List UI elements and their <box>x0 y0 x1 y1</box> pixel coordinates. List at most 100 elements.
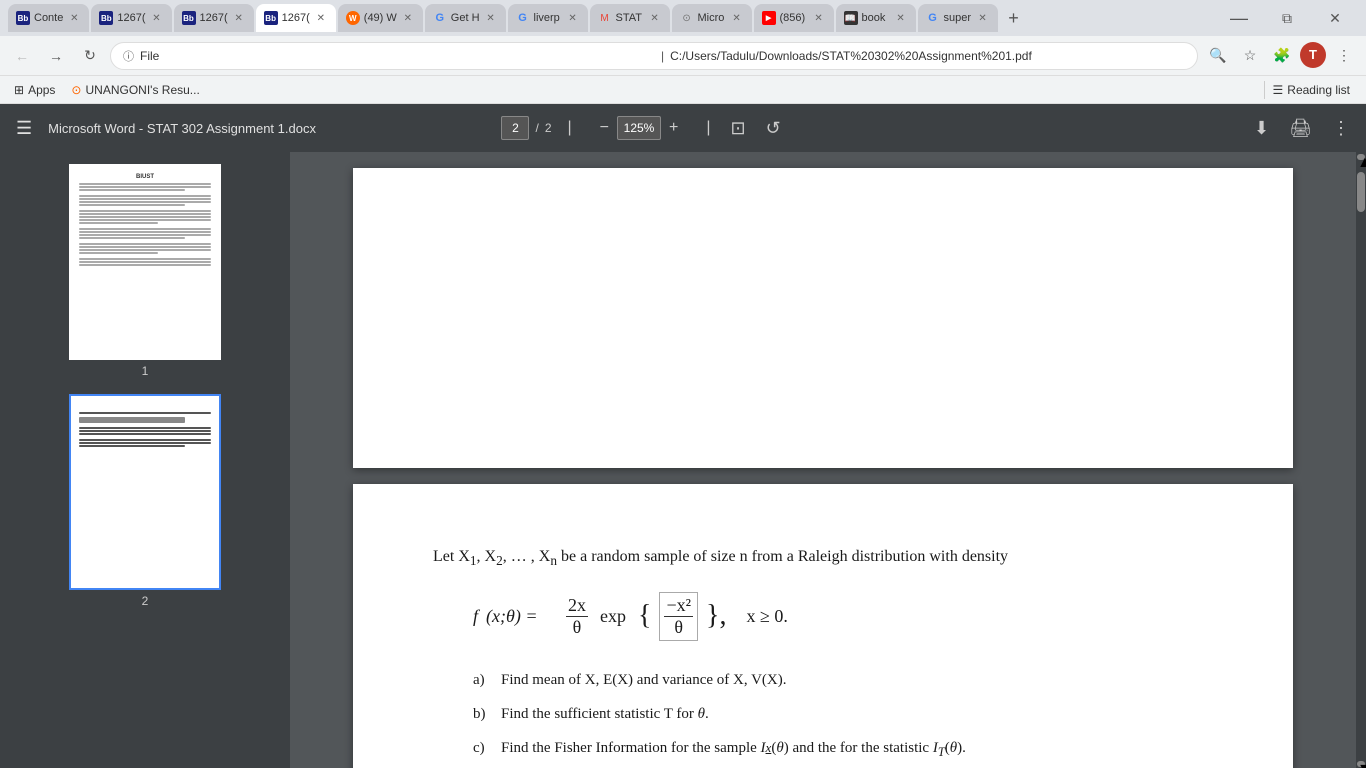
thumb2-line <box>79 445 185 447</box>
thumb2-formula <box>79 417 185 423</box>
main-fraction: 2x θ <box>566 595 588 638</box>
brace-close: }, <box>706 602 726 630</box>
tab-9-label: Micro <box>698 12 726 24</box>
tab-3[interactable]: Bb 1267( ✕ <box>174 4 254 32</box>
restore-button[interactable]: ⧉ <box>1264 4 1310 32</box>
tab-4-close[interactable]: ✕ <box>314 11 328 25</box>
part-a: a) Find mean of X, E(X) and variance of … <box>473 665 1213 695</box>
pdf-zoom-controls: − 125% + <box>596 116 683 140</box>
thumb2-line <box>79 430 211 432</box>
parts-list: a) Find mean of X, E(X) and variance of … <box>473 665 1213 768</box>
address-bar[interactable]: ⓘ File | C:/Users/Tadulu/Downloads/STAT%… <box>110 42 1198 70</box>
search-button[interactable]: 🔍 <box>1204 42 1232 70</box>
pdf-rotate-button[interactable]: ↺ <box>762 114 785 143</box>
pdf-download-button[interactable]: ⬇ <box>1250 114 1273 143</box>
scrollbar-thumb[interactable] <box>1357 172 1365 212</box>
browser-titlebar: Bb Conte ✕ Bb 1267( ✕ Bb 1267( ✕ Bb 1267… <box>0 0 1366 36</box>
thumb1-line <box>79 231 211 233</box>
tab-7-label: liverp <box>534 12 562 24</box>
part-b-text: Find the sufficient statistic T for θ. <box>501 699 709 729</box>
pdf-page-num-2: 2 <box>142 594 149 608</box>
unangoni-bookmark[interactable]: ⊙ UNANGONI's Resu... <box>65 81 205 99</box>
star-button[interactable]: ☆ <box>1236 42 1264 70</box>
tab-4[interactable]: Bb 1267( ✕ <box>256 4 336 32</box>
tab-2-close[interactable]: ✕ <box>150 11 164 25</box>
thumb1-line <box>79 213 211 215</box>
fraction-numerator: 2x <box>566 595 588 617</box>
pdf-page-content: Let X1, X2, … , Xn be a random sample of… <box>353 484 1293 768</box>
tab-3-close[interactable]: ✕ <box>232 11 246 25</box>
pdf-more-button[interactable]: ⋮ <box>1328 114 1354 143</box>
tab-7-favicon: G <box>516 11 530 25</box>
condition-text: x ≥ 0. <box>746 606 787 627</box>
pdf-current-page[interactable]: 2 <box>501 116 529 140</box>
address-url: C:/Users/Tadulu/Downloads/STAT%20302%20A… <box>670 49 1185 63</box>
pdf-print-button[interactable]: 🖨 <box>1285 114 1316 143</box>
tab-1-close[interactable]: ✕ <box>67 11 81 25</box>
tab-2[interactable]: Bb 1267( ✕ <box>91 4 171 32</box>
thumb1-line <box>79 201 211 203</box>
thumb1-line <box>79 243 211 245</box>
pdf-page-area[interactable]: Let X1, X2, … , Xn be a random sample of… <box>290 152 1356 768</box>
tab-10-close[interactable]: ✕ <box>812 11 826 25</box>
tab-11[interactable]: 📖 book ✕ <box>836 4 916 32</box>
thumb1-line <box>79 210 211 212</box>
address-separator: | <box>661 49 664 63</box>
tab-7[interactable]: G liverp ✕ <box>508 4 588 32</box>
close-button[interactable]: ✕ <box>1312 4 1358 32</box>
pdf-thumbnail-2[interactable] <box>69 394 221 590</box>
scroll-up-arrow[interactable]: ▲ <box>1357 154 1365 160</box>
tab-10[interactable]: ▶ (856) ✕ <box>754 4 834 32</box>
scroll-down-arrow[interactable]: ▼ <box>1357 761 1365 767</box>
pdf-menu-button[interactable]: ☰ <box>12 114 36 143</box>
reading-list-label: Reading list <box>1287 83 1350 97</box>
extension-button[interactable]: 🧩 <box>1268 42 1296 70</box>
part-b: b) Find the sufficient statistic T for θ… <box>473 699 1213 729</box>
tab-8[interactable]: M STAT ✕ <box>590 4 670 32</box>
tab-5-close[interactable]: ✕ <box>401 11 415 25</box>
pdf-fit-page-button[interactable]: ⊡ <box>727 114 750 143</box>
new-tab-button[interactable]: + <box>1000 4 1028 32</box>
pdf-zoom-in-button[interactable]: + <box>665 117 682 139</box>
pdf-zoom-out-button[interactable]: − <box>596 117 613 139</box>
minimize-button[interactable]: — <box>1216 4 1262 32</box>
apps-label: Apps <box>28 83 55 97</box>
right-scrollbar[interactable]: ▲ ▼ <box>1356 152 1366 768</box>
tab-11-label: book <box>862 12 890 24</box>
tab-9[interactable]: ⊙ Micro ✕ <box>672 4 752 32</box>
thumb1-line <box>79 222 158 224</box>
tab-8-close[interactable]: ✕ <box>648 11 662 25</box>
tab-10-favicon: ▶ <box>762 11 776 25</box>
tab-12-close[interactable]: ✕ <box>976 11 990 25</box>
tab-9-favicon: ⊙ <box>680 11 694 25</box>
tab-1-favicon: Bb <box>16 11 30 25</box>
pdf-page-2: Let X1, X2, … , Xn be a random sample of… <box>353 484 1293 768</box>
tab-6[interactable]: G Get H ✕ <box>425 4 506 32</box>
forward-button[interactable]: → <box>42 42 70 70</box>
tab-5[interactable]: W (49) W ✕ <box>338 4 423 32</box>
exp-text: exp <box>600 606 626 627</box>
thumb2-line <box>79 427 211 429</box>
tab-1[interactable]: Bb Conte ✕ <box>8 4 89 32</box>
reading-list-button[interactable]: ☰ Reading list <box>1252 79 1358 101</box>
pdf-thumbnail-1[interactable]: BIUST <box>69 164 221 360</box>
address-protocol: File <box>140 49 655 63</box>
refresh-button[interactable]: ↻ <box>76 42 104 70</box>
tab-4-label: 1267( <box>282 12 310 24</box>
tab-1-label: Conte <box>34 12 63 24</box>
part-a-label: a) <box>473 665 493 695</box>
tab-11-close[interactable]: ✕ <box>894 11 908 25</box>
pdf-title: Microsoft Word - STAT 302 Assignment 1.d… <box>48 121 489 136</box>
formula-left: f <box>473 606 478 627</box>
tab-9-close[interactable]: ✕ <box>730 11 744 25</box>
menu-button[interactable]: ⋮ <box>1330 42 1358 70</box>
apps-bookmark[interactable]: ⊞ Apps <box>8 81 61 99</box>
pdf-thumb-container-1: BIUST <box>69 164 221 378</box>
pdf-zoom-level[interactable]: 125% <box>617 116 661 140</box>
pdf-toolbar: ☰ Microsoft Word - STAT 302 Assignment 1… <box>0 104 1366 152</box>
tab-12[interactable]: G super ✕ <box>918 4 998 32</box>
profile-button[interactable]: T <box>1300 42 1326 68</box>
tab-7-close[interactable]: ✕ <box>566 11 580 25</box>
back-button[interactable]: ← <box>8 42 36 70</box>
tab-6-close[interactable]: ✕ <box>484 11 498 25</box>
